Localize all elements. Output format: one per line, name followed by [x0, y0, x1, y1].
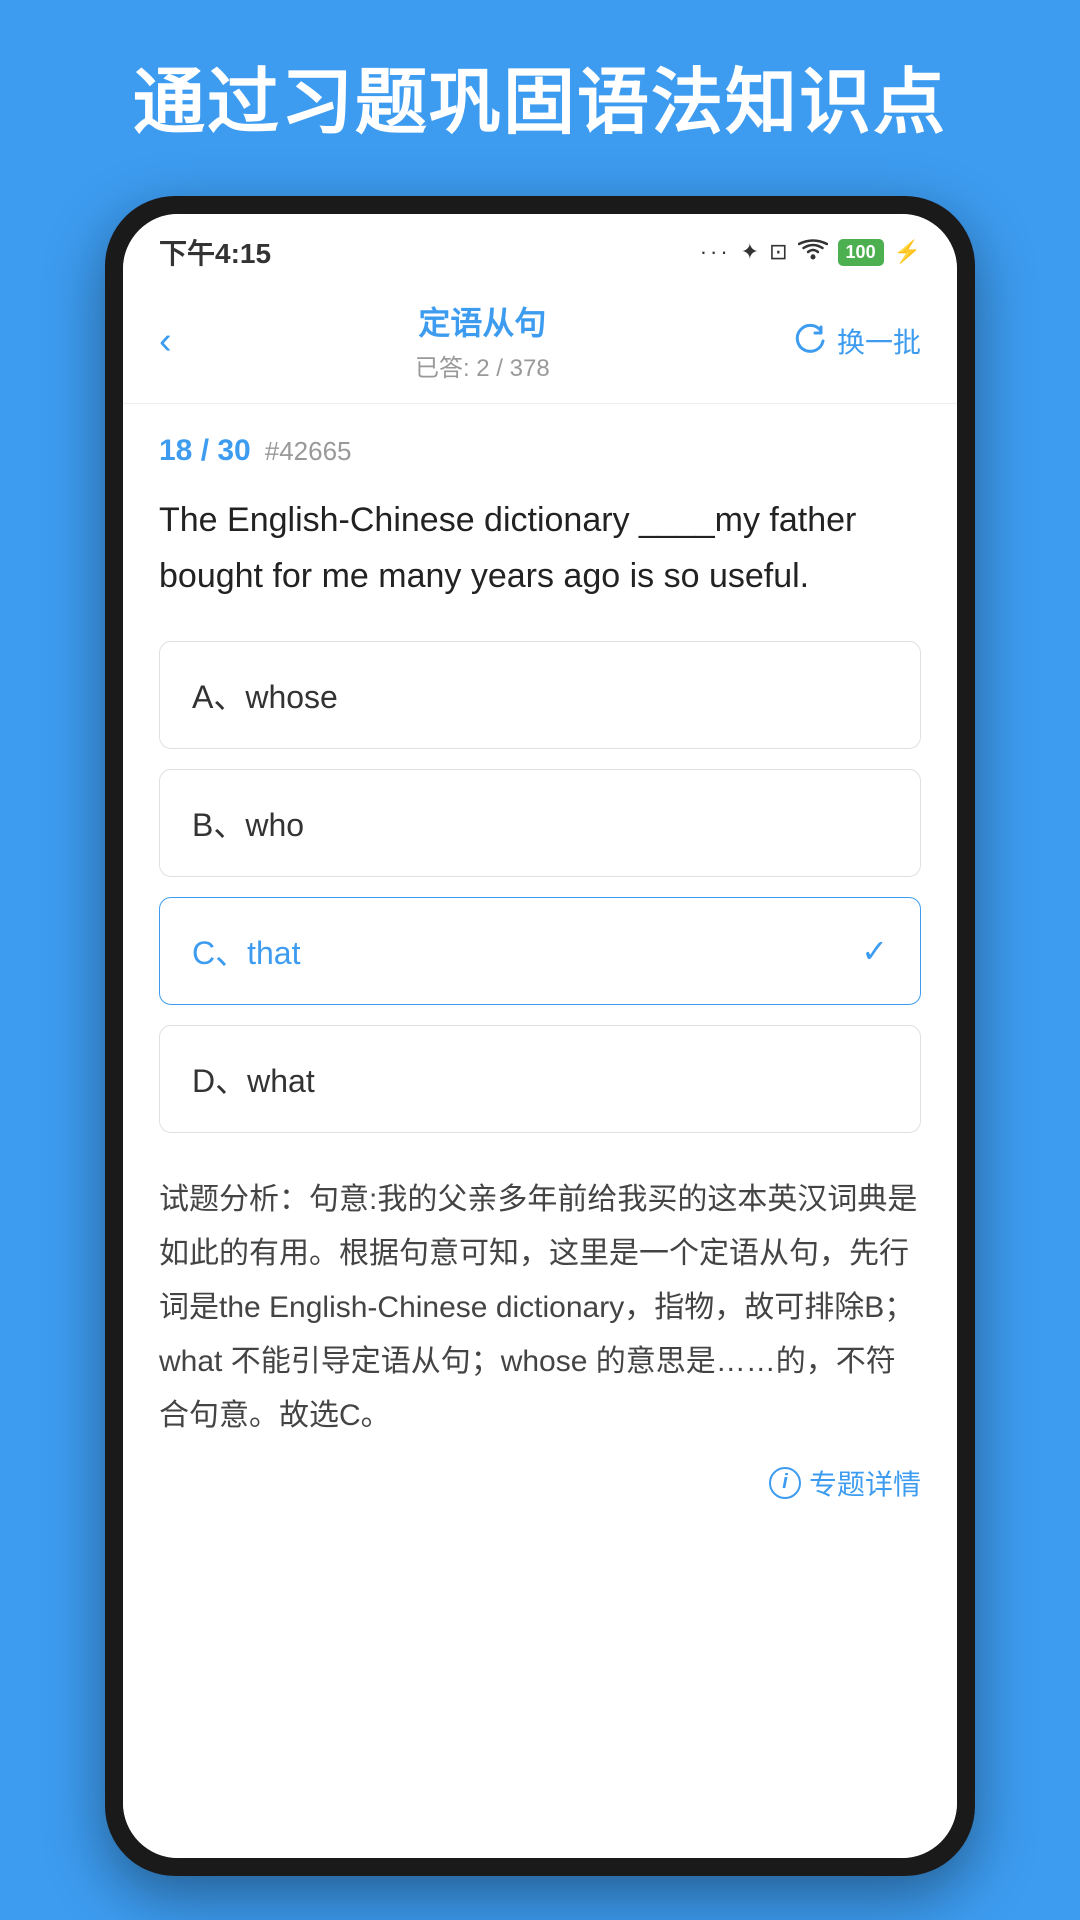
battery-icon: 100: [838, 239, 884, 266]
dots-icon: ···: [700, 239, 731, 265]
analysis-section: 试题分析：句意:我的父亲多年前给我买的这本英汉词典是如此的有用。根据句意可知，这…: [159, 1153, 921, 1443]
option-b[interactable]: B、who: [159, 769, 921, 877]
info-icon: i: [769, 1467, 801, 1499]
question-progress: 18 / 30: [159, 434, 251, 468]
option-d[interactable]: D、what: [159, 1025, 921, 1133]
status-icons: ··· ✦ ⊡ 100 ⚡: [700, 238, 921, 266]
wifi-icon: [798, 238, 828, 266]
analysis-body: 句意:我的父亲多年前给我买的这本英汉词典是如此的有用。根据句意可知，这里是一个定…: [159, 1183, 917, 1432]
option-c[interactable]: C、that ✓: [159, 897, 921, 1005]
option-d-label: D、what: [192, 1056, 315, 1102]
refresh-label: 换一批: [837, 321, 921, 361]
option-a-label: A、whose: [192, 672, 338, 718]
question-text: The English-Chinese dictionary ____my fa…: [159, 492, 921, 604]
nav-bar: ‹ 定语从句 已答: 2 / 378 换一批: [123, 282, 957, 404]
option-b-label: B、who: [192, 800, 304, 846]
nav-title: 定语从句: [415, 298, 550, 344]
status-bar: 下午4:15 ··· ✦ ⊡ 100 ⚡: [123, 214, 957, 282]
nav-center: 定语从句 已答: 2 / 378: [415, 298, 550, 383]
option-a[interactable]: A、whose: [159, 641, 921, 749]
question-meta: 18 / 30 #42665: [159, 434, 921, 468]
phone-mockup: 下午4:15 ··· ✦ ⊡ 100 ⚡: [105, 196, 975, 1876]
charging-icon: ⚡: [894, 239, 921, 265]
check-icon: ✓: [861, 932, 888, 970]
content-area: 18 / 30 #42665 The English-Chinese dicti…: [123, 404, 957, 1858]
sim-icon: ⊡: [769, 239, 787, 265]
page-title: 通过习题巩固语法知识点: [133, 60, 947, 146]
back-button[interactable]: ‹: [159, 322, 172, 360]
refresh-button[interactable]: 换一批: [793, 321, 921, 361]
phone-screen: 下午4:15 ··· ✦ ⊡ 100 ⚡: [123, 214, 957, 1858]
bluetooth-icon: ✦: [741, 239, 759, 265]
analysis-title-inline: 试题分析：: [159, 1183, 309, 1216]
detail-link-label: 专题详情: [809, 1463, 921, 1503]
detail-link[interactable]: i 专题详情: [159, 1463, 921, 1513]
status-time: 下午4:15: [159, 232, 271, 272]
analysis-text: 试题分析：句意:我的父亲多年前给我买的这本英汉词典是如此的有用。根据句意可知，这…: [159, 1173, 921, 1443]
option-c-label: C、that: [192, 928, 301, 974]
nav-subtitle: 已答: 2 / 378: [415, 348, 550, 383]
question-id: #42665: [265, 436, 352, 467]
